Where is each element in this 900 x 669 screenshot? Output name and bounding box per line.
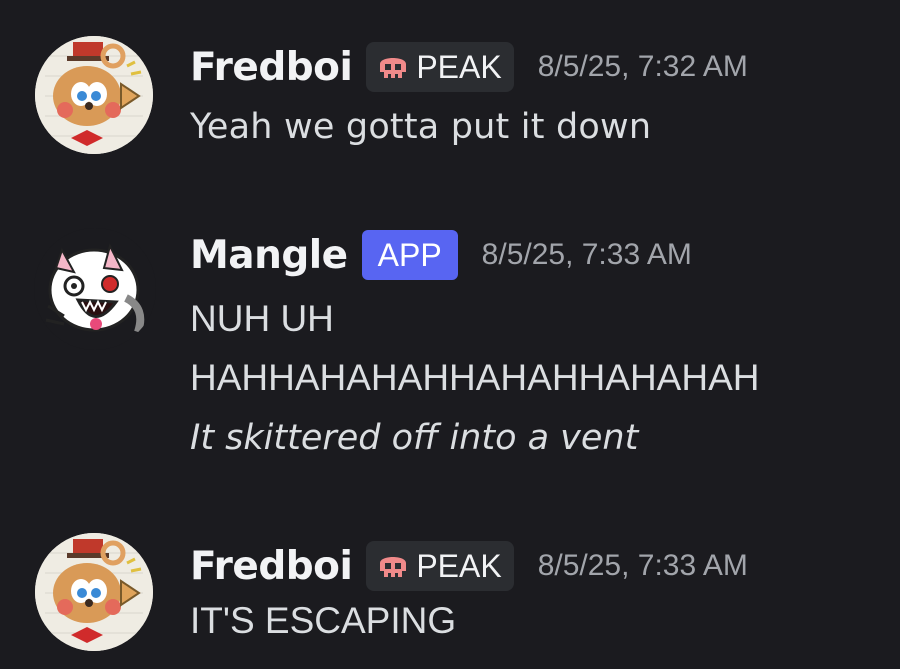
- app-badge: APP: [361, 230, 458, 280]
- timestamp: 8/5/25, 7:33 AM: [537, 549, 748, 582]
- message-item[interactable]: Fredboi PEAK 8/5/25, 7:32 AM Yeah we got…: [0, 0, 900, 190]
- username[interactable]: Fredboi: [190, 544, 353, 589]
- message-item[interactable]: Mangle APP 8/5/25, 7:33 AM NUH UH HAHHAH…: [0, 200, 900, 490]
- timestamp: 8/5/25, 7:32 AM: [537, 50, 748, 83]
- message-header: Fredboi PEAK 8/5/25, 7:32 AM: [190, 42, 748, 92]
- skull-icon: [380, 557, 407, 577]
- role-tag[interactable]: PEAK: [366, 541, 514, 591]
- role-tag-label: PEAK: [416, 547, 502, 584]
- message-item[interactable]: Fredboi PEAK 8/5/25, 7:33 AM IT'S ESCAPI…: [0, 500, 900, 669]
- message-text: HAHHAHAHAHHAHAHHAHAHAH: [190, 357, 760, 398]
- avatar-mangle[interactable]: [34, 228, 156, 350]
- message-header: Mangle APP 8/5/25, 7:33 AM: [190, 230, 692, 280]
- message-header: Fredboi PEAK 8/5/25, 7:33 AM: [190, 541, 748, 591]
- role-tag-label: PEAK: [416, 48, 502, 85]
- message-text: IT'S ESCAPING: [190, 600, 457, 641]
- username[interactable]: Mangle: [190, 233, 348, 278]
- timestamp: 8/5/25, 7:33 AM: [481, 238, 692, 271]
- role-tag[interactable]: PEAK: [366, 42, 514, 92]
- username[interactable]: Fredboi: [190, 45, 353, 90]
- message-text: It skittered off into a vent: [190, 418, 639, 458]
- message-text: NUH UH: [190, 298, 334, 339]
- avatar-fredboi[interactable]: [35, 533, 153, 651]
- avatar-fredboi[interactable]: [35, 36, 153, 154]
- skull-icon: [380, 58, 407, 78]
- message-text: Yeah we gotta put it down: [190, 107, 652, 147]
